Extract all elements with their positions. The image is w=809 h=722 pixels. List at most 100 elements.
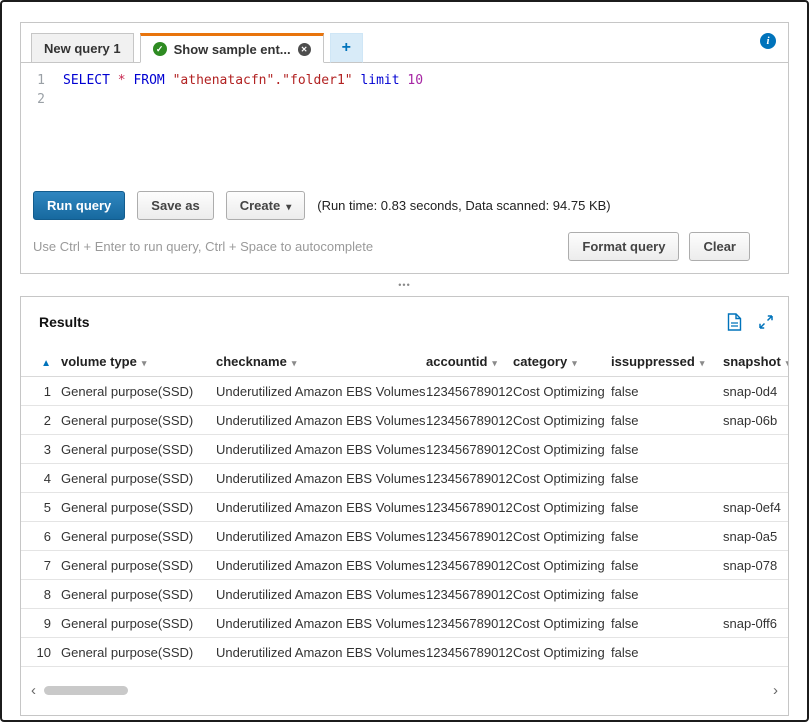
column-dropdown-icon[interactable]: ▾ [786, 358, 788, 368]
tab-label: New query 1 [44, 41, 121, 56]
table-row[interactable]: 6General purpose(SSD)Underutilized Amazo… [21, 522, 788, 551]
table-cell: 123456789012 [426, 616, 513, 631]
column-dropdown-icon[interactable]: ▾ [292, 358, 297, 368]
horizontal-scrollbar[interactable]: ‹ › [21, 683, 788, 697]
table-row[interactable]: 7General purpose(SSD)Underutilized Amazo… [21, 551, 788, 580]
line-number: 1 [21, 71, 45, 90]
tab-new-query-1[interactable]: New query 1 [31, 33, 134, 63]
table-cell: General purpose(SSD) [61, 558, 216, 573]
table-cell: false [611, 413, 723, 428]
table-cell: General purpose(SSD) [61, 587, 216, 602]
row-number: 5 [21, 500, 61, 515]
clear-button[interactable]: Clear [689, 232, 750, 261]
table-cell: General purpose(SSD) [61, 413, 216, 428]
table-cell: Underutilized Amazon EBS Volumes [216, 471, 426, 486]
results-table: ▲ volume type▾checkname▾accountid▾catego… [21, 347, 788, 667]
panel-splitter[interactable]: ••• [2, 274, 807, 296]
row-number: 4 [21, 471, 61, 486]
column-label: snapshot [723, 354, 781, 369]
footer-buttons: Format query Clear [568, 232, 776, 261]
create-label: Create [240, 198, 280, 213]
table-cell: 123456789012 [426, 645, 513, 660]
table-cell: false [611, 616, 723, 631]
table-cell: false [611, 587, 723, 602]
row-number: 10 [21, 645, 61, 660]
column-header-accountid[interactable]: accountid ▾ [426, 354, 513, 369]
column-header-volume-type[interactable]: volume type ▾ [61, 354, 216, 369]
table-cell: 123456789012 [426, 558, 513, 573]
table-row[interactable]: 9General purpose(SSD)Underutilized Amazo… [21, 609, 788, 638]
scroll-left-icon[interactable]: ‹ [31, 683, 36, 698]
table-row[interactable]: 5General purpose(SSD)Underutilized Amazo… [21, 493, 788, 522]
column-dropdown-icon[interactable]: ▾ [142, 358, 147, 368]
table-cell: 123456789012 [426, 471, 513, 486]
table-cell: Underutilized Amazon EBS Volumes [216, 413, 426, 428]
column-dropdown-icon[interactable]: ▾ [700, 358, 705, 368]
table-cell: false [611, 558, 723, 573]
info-icon[interactable]: i [760, 33, 776, 49]
save-as-button[interactable]: Save as [137, 191, 213, 220]
sql-token [110, 73, 118, 88]
table-cell: General purpose(SSD) [61, 616, 216, 631]
results-actions [727, 313, 774, 331]
column-dropdown-icon[interactable]: ▾ [492, 358, 497, 368]
table-cell: Underutilized Amazon EBS Volumes [216, 645, 426, 660]
table-row[interactable]: 1General purpose(SSD)Underutilized Amazo… [21, 377, 788, 406]
table-cell: General purpose(SSD) [61, 645, 216, 660]
run-query-button[interactable]: Run query [33, 191, 125, 220]
column-label: accountid [426, 354, 487, 369]
column-label: volume type [61, 354, 137, 369]
table-cell: Cost Optimizing [513, 500, 611, 515]
editor-code: SELECT * FROM "athenatacfn"."folder1" li… [55, 71, 788, 183]
table-row[interactable]: 3General purpose(SSD)Underutilized Amazo… [21, 435, 788, 464]
results-header: Results [21, 297, 788, 347]
table-cell: Underutilized Amazon EBS Volumes [216, 442, 426, 457]
table-cell: Underutilized Amazon EBS Volumes [216, 616, 426, 631]
results-header-row: ▲ volume type▾checkname▾accountid▾catego… [21, 347, 788, 377]
column-header-snapshot[interactable]: snapshot ▾ [723, 354, 788, 369]
chevron-down-icon: ▾ [286, 202, 291, 213]
tab-show-sample[interactable]: ✓ Show sample ent... ✕ [140, 33, 324, 63]
table-cell: snap-06b [723, 413, 788, 428]
sql-token: limit [360, 73, 399, 88]
column-header-category[interactable]: category▾ [513, 354, 611, 369]
sql-token: FROM [133, 73, 164, 88]
code-line: SELECT * FROM "athenatacfn"."folder1" li… [63, 71, 788, 90]
expand-arrows-icon [758, 314, 774, 330]
query-toolbar: Run query Save as Create ▾ (Run time: 0.8… [21, 183, 788, 222]
table-cell: snap-0ef4 [723, 500, 788, 515]
table-cell: 123456789012 [426, 413, 513, 428]
table-row[interactable]: 4General purpose(SSD)Underutilized Amazo… [21, 464, 788, 493]
row-number: 9 [21, 616, 61, 631]
success-check-icon: ✓ [153, 42, 167, 56]
table-row[interactable]: 2General purpose(SSD)Underutilized Amazo… [21, 406, 788, 435]
column-header-issuppressed[interactable]: issuppressed▾ [611, 354, 723, 369]
table-cell: Cost Optimizing [513, 413, 611, 428]
row-number: 8 [21, 587, 61, 602]
download-results-button[interactable] [727, 313, 742, 331]
scrollbar-track[interactable] [40, 686, 769, 695]
results-panel: Results [20, 296, 789, 716]
new-tab-button[interactable]: + [330, 33, 363, 63]
column-label: checkname [216, 354, 287, 369]
query-editor-panel: i New query 1 ✓ Show sample ent... ✕ + 1… [20, 22, 789, 274]
table-cell: false [611, 442, 723, 457]
table-cell: Underutilized Amazon EBS Volumes [216, 500, 426, 515]
row-number: 6 [21, 529, 61, 544]
table-row[interactable]: 10General purpose(SSD)Underutilized Amaz… [21, 638, 788, 667]
scroll-right-icon[interactable]: › [773, 683, 778, 698]
create-dropdown-button[interactable]: Create ▾ [226, 191, 306, 220]
table-cell: General purpose(SSD) [61, 500, 216, 515]
column-header-checkname[interactable]: checkname ▾ [216, 354, 426, 369]
sql-editor[interactable]: 12 SELECT * FROM "athenatacfn"."folder1"… [21, 63, 788, 183]
close-tab-icon[interactable]: ✕ [298, 43, 311, 56]
sort-asc-icon[interactable]: ▲ [41, 358, 51, 369]
run-stats: (Run time: 0.83 seconds, Data scanned: 9… [317, 198, 610, 213]
table-cell: 123456789012 [426, 384, 513, 399]
expand-results-button[interactable] [758, 314, 774, 330]
scrollbar-thumb[interactable] [44, 686, 128, 695]
format-query-button[interactable]: Format query [568, 232, 679, 261]
table-row[interactable]: 8General purpose(SSD)Underutilized Amazo… [21, 580, 788, 609]
column-dropdown-icon[interactable]: ▾ [572, 358, 577, 368]
table-cell: snap-0ff6 [723, 616, 788, 631]
